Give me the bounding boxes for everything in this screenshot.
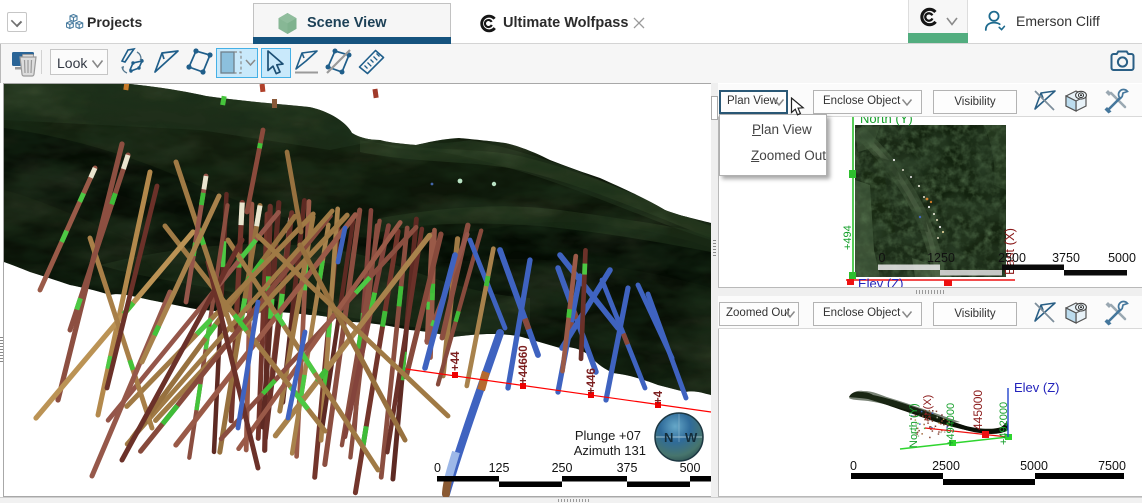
svg-text:2500: 2500 <box>998 251 1026 265</box>
svg-text:5000: 5000 <box>1108 251 1136 265</box>
svg-text:375: 375 <box>617 461 638 475</box>
svg-text:North (Y): North (Y) <box>908 403 920 448</box>
svg-text:0: 0 <box>879 251 886 265</box>
svg-text:7500: 7500 <box>1098 459 1126 473</box>
svg-text:3750: 3750 <box>1052 251 1080 265</box>
svg-text:+44: +44 <box>450 351 462 371</box>
svg-text:445000: 445000 <box>971 390 985 430</box>
svg-text:North (Y): North (Y) <box>860 117 913 126</box>
svg-text:+44660: +44660 <box>518 345 530 384</box>
svg-text:0: 0 <box>434 461 441 475</box>
svg-text:st (X): st (X) <box>922 395 934 421</box>
svg-text:N: N <box>664 430 673 445</box>
svg-text:+446: +446 <box>586 368 598 394</box>
svg-text:W: W <box>685 430 698 445</box>
svg-text:+494: +494 <box>842 225 854 250</box>
svg-text:0: 0 <box>850 459 857 473</box>
svg-text:5000: 5000 <box>1020 459 1048 473</box>
svg-text:Azimuth 131: Azimuth 131 <box>574 443 646 458</box>
svg-text:1250: 1250 <box>927 251 955 265</box>
svg-text:500: 500 <box>680 461 701 475</box>
svg-text:2500: 2500 <box>932 459 960 473</box>
svg-text:250: 250 <box>552 461 573 475</box>
svg-text:+494000: +494000 <box>945 403 957 446</box>
svg-text:Plunge +07: Plunge +07 <box>575 428 641 443</box>
svg-text:125: 125 <box>489 461 510 475</box>
svg-text:+492000: +492000 <box>998 402 1010 445</box>
svg-text:Elev (Z): Elev (Z) <box>858 276 904 287</box>
svg-text:Elev (Z): Elev (Z) <box>1014 380 1060 395</box>
svg-text:+4: +4 <box>653 390 665 404</box>
